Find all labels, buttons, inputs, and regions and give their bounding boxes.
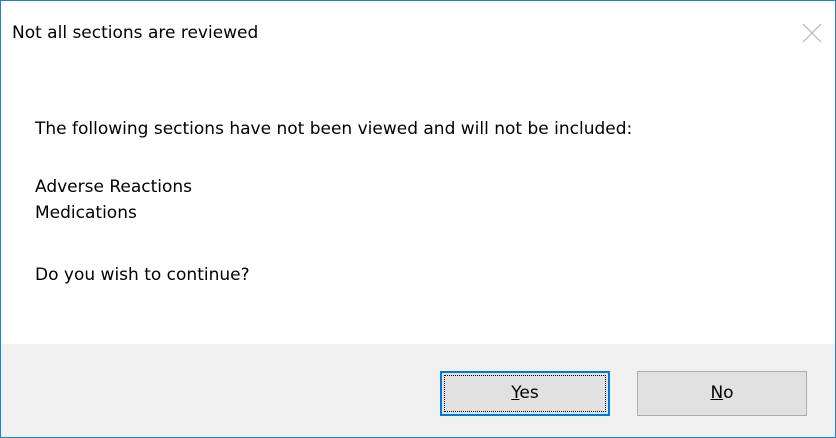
- section-item-adverse-reactions: Adverse Reactions: [35, 177, 193, 197]
- no-button-label: No: [710, 383, 733, 403]
- no-label-rest: o: [723, 383, 734, 403]
- message-area: The following sections have not been vie…: [1, 63, 835, 344]
- dialog-title: Not all sections are reviewed: [12, 23, 259, 43]
- close-icon: [802, 23, 822, 43]
- message-intro: The following sections have not been vie…: [35, 119, 633, 139]
- message-dialog: Not all sections are reviewed The follow…: [0, 0, 836, 438]
- no-button[interactable]: No: [637, 371, 807, 416]
- section-item-medications: Medications: [35, 203, 137, 223]
- no-mnemonic: N: [710, 383, 724, 403]
- message-question: Do you wish to continue?: [35, 265, 250, 285]
- button-bar: Yes No: [1, 344, 835, 437]
- yes-button[interactable]: Yes: [440, 371, 610, 416]
- yes-label-rest: es: [519, 383, 539, 403]
- close-button[interactable]: [791, 11, 836, 55]
- yes-button-label: Yes: [511, 383, 538, 403]
- title-bar: Not all sections are reviewed: [1, 1, 835, 63]
